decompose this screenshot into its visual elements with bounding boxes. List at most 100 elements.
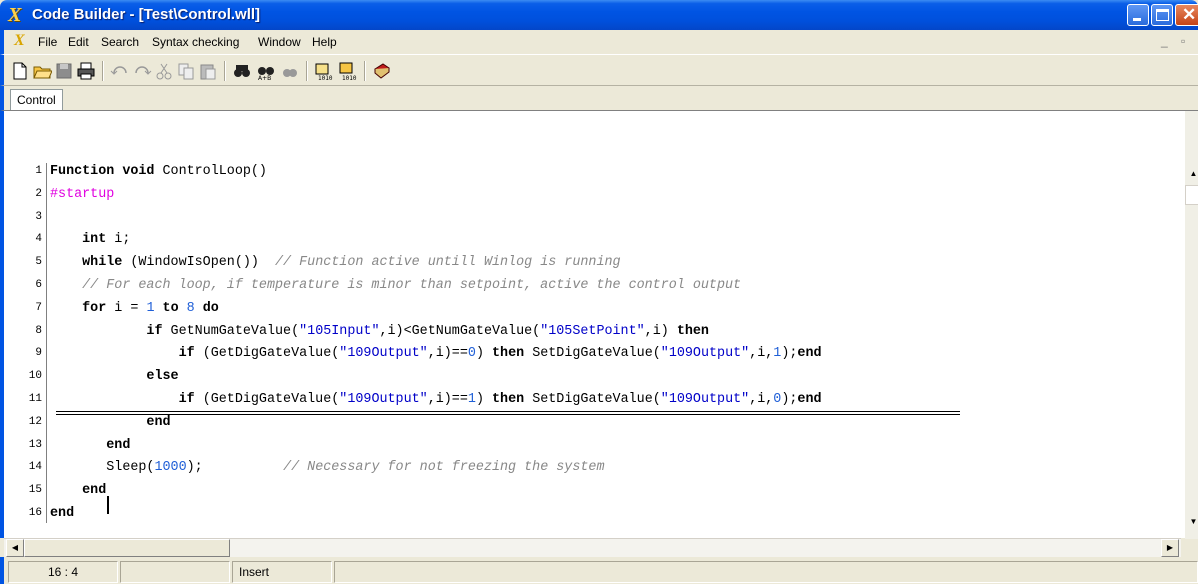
code-token: "109Output" [339, 346, 428, 362]
code-token: end [50, 437, 131, 453]
line-number: 9 [35, 347, 42, 360]
cut-icon[interactable] [154, 61, 174, 81]
code-token: Function void [50, 164, 163, 179]
mdi-window-controls[interactable]: _ ▫ × [1161, 34, 1198, 48]
code-line[interactable]: for i = 1 to 8 do [50, 300, 219, 318]
code-token: then [676, 323, 709, 339]
code-token: Sleep( [50, 460, 155, 476]
compile-icon[interactable]: 1010 [314, 61, 334, 81]
code-token: if [50, 346, 203, 362]
code-token: if [50, 323, 171, 339]
document-icon[interactable]: X [14, 32, 25, 50]
find-icon[interactable] [232, 61, 252, 81]
code-line[interactable]: end [50, 505, 74, 523]
code-line[interactable]: if GetNumGateValue("105Input",i)<GetNumG… [50, 323, 709, 341]
line-number: 3 [35, 210, 42, 223]
code-line[interactable]: end [50, 437, 130, 455]
save-icon[interactable] [54, 61, 74, 81]
paste-icon[interactable] [198, 61, 218, 81]
code-token: ,i)== [427, 392, 468, 407]
menu-window[interactable]: Window [258, 35, 301, 49]
code-line[interactable]: Function void ControlLoop() [50, 163, 267, 181]
tab-control[interactable]: Control [10, 89, 63, 110]
end-of-text-line [56, 414, 960, 415]
new-file-icon[interactable] [10, 61, 30, 81]
code-token: ,i)<GetNumGateValue( [379, 323, 541, 339]
horizontal-scrollbar[interactable]: ◀ ▶ [4, 538, 1181, 557]
horizontal-scroll-thumb[interactable] [24, 539, 230, 557]
help-book-icon[interactable] [372, 61, 392, 81]
code-token: end [797, 392, 822, 407]
menu-file[interactable]: File [38, 35, 57, 49]
menu-edit[interactable]: Edit [68, 35, 89, 49]
code-token: end [50, 483, 107, 499]
undo-icon[interactable] [110, 61, 130, 81]
code-token: (GetDigGateValue( [202, 346, 340, 362]
code-token: else [50, 369, 179, 385]
toolbar: A+B 1010 1010 [0, 54, 1198, 86]
title-bar[interactable]: X Code Builder - [Test\Control.wll] ✕ [0, 0, 1198, 30]
code-line[interactable]: Sleep(1000); // Necessary for not freezi… [50, 459, 605, 477]
code-token: SetDigGateValue( [532, 346, 661, 362]
menu-syntax-checking[interactable]: Syntax checking [152, 35, 239, 49]
code-line[interactable]: int i; [50, 231, 130, 249]
code-token: GetNumGateValue( [170, 323, 300, 339]
code-token: if [50, 392, 203, 407]
scroll-down-icon[interactable]: ▼ [1185, 511, 1198, 533]
code-token: // For each loop, if temperature is mino… [50, 278, 742, 293]
toolbar-separator [224, 61, 226, 81]
open-folder-icon[interactable] [32, 61, 52, 81]
code-token: to [154, 300, 187, 316]
vertical-scrollbar[interactable]: ▲ ▼ [1185, 111, 1198, 539]
code-line[interactable]: end [50, 414, 171, 432]
code-line[interactable]: if (GetDigGateValue("109Output",i)==0) t… [50, 345, 822, 363]
code-token: 1 [146, 300, 155, 316]
close-button[interactable]: ✕ [1175, 4, 1198, 26]
menu-search[interactable]: Search [101, 35, 139, 49]
code-token: "109Output" [339, 392, 428, 407]
svg-text:A+B: A+B [258, 75, 271, 81]
menu-help[interactable]: Help [312, 35, 337, 49]
code-token: #startup [50, 186, 115, 202]
line-number: 8 [35, 324, 42, 337]
code-token: ControlLoop() [162, 164, 267, 179]
code-token: do [194, 300, 219, 316]
line-number: 7 [35, 301, 42, 314]
code-token: SetDigGateValue( [532, 392, 661, 407]
code-line[interactable]: end [50, 482, 106, 500]
replace-icon[interactable]: A+B [256, 61, 276, 81]
code-token: ) [475, 392, 493, 407]
redo-icon[interactable] [132, 61, 152, 81]
maximize-button[interactable] [1151, 4, 1173, 26]
line-number: 15 [28, 484, 42, 497]
menu-bar: X File Edit Search Syntax checking Windo… [0, 30, 1198, 54]
code-editor[interactable]: 1 2 3 4 5 6 7 8 9 10 11 12 13 14 15 16 Function void Co… [0, 110, 1198, 539]
code-line[interactable]: else [50, 368, 179, 386]
scroll-right-icon[interactable]: ▶ [1161, 539, 1179, 557]
print-icon[interactable] [76, 61, 96, 81]
compile-all-icon[interactable]: 1010 [338, 61, 358, 81]
code-line[interactable]: // For each loop, if temperature is mino… [50, 277, 741, 295]
code-token: end [50, 506, 75, 521]
code-token: end [50, 414, 171, 430]
code-token: ,i, [749, 392, 774, 407]
code-line[interactable]: while (WindowIsOpen()) // Function activ… [50, 254, 620, 272]
code-token: 0 [467, 346, 476, 362]
code-token: int [50, 232, 115, 248]
code-line[interactable]: if (GetDigGateValue("109Output",i)==1) t… [50, 391, 822, 409]
code-token: ); [781, 346, 798, 362]
minimize-button[interactable] [1127, 4, 1149, 26]
code-token: "105Input" [299, 323, 380, 339]
code-line[interactable]: #startup [50, 186, 114, 204]
code-token: end [797, 346, 822, 362]
code-token: 1 [467, 392, 476, 407]
vertical-scroll-thumb[interactable] [1185, 185, 1198, 205]
line-number: 4 [35, 233, 42, 246]
scroll-up-icon[interactable]: ▲ [1185, 163, 1198, 185]
line-number: 14 [28, 461, 42, 474]
copy-icon[interactable] [176, 61, 196, 81]
code-token: // Necessary for not freezing the system [283, 460, 605, 476]
maximize-icon [1156, 9, 1169, 21]
scroll-left-icon[interactable]: ◀ [6, 539, 24, 557]
find-next-icon[interactable] [280, 61, 300, 81]
